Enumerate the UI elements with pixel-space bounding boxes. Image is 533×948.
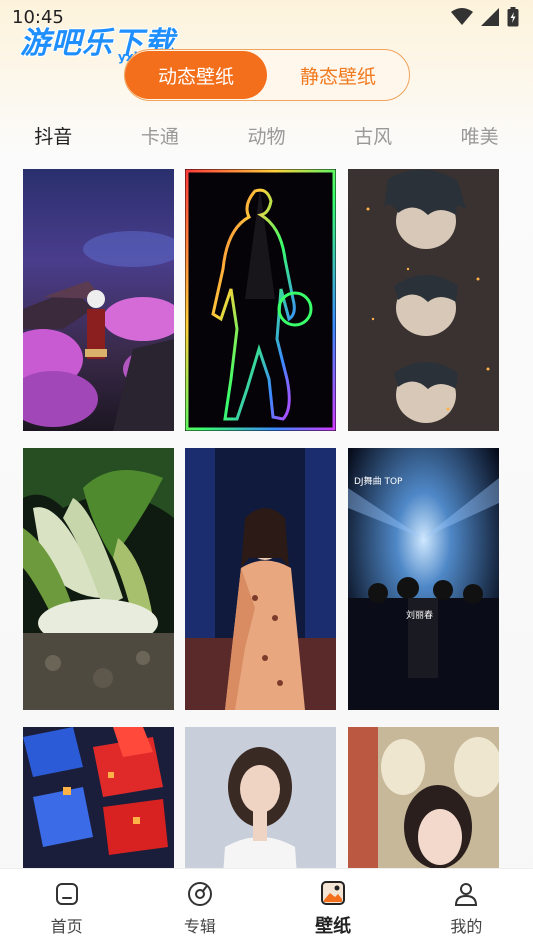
wifi-icon [451,8,473,25]
user-icon [455,882,478,906]
wallpaper-thumbnail [185,448,336,710]
wallpaper-text-title: DJ舞曲 TOP [354,476,403,487]
nav-item-album[interactable]: 专辑 [133,869,266,948]
signal-icon [481,8,499,26]
wallpaper-mode-toggle: 动态壁纸 静态壁纸 [124,49,410,101]
tab-aesthetic[interactable]: 唯美 [426,122,533,149]
tab-animal[interactable]: 动物 [213,122,320,149]
tab-cartoon[interactable]: 卡通 [107,122,214,149]
nav-label-album: 专辑 [183,916,216,936]
bottom-navigation: 首页 专辑 壁纸 我的 [0,868,533,948]
nav-item-wallpaper[interactable]: 壁纸 [267,869,400,948]
wallpaper-card-bok-choy-vegetable[interactable] [23,448,174,710]
nav-item-profile[interactable]: 我的 [400,869,533,948]
wallpaper-thumbnail [348,727,499,869]
wallpaper-card-woman-qipao-stage[interactable] [185,448,336,710]
wallpaper-thumbnail [23,169,174,431]
wallpaper-card-woman-white-dress[interactable] [185,727,336,869]
disc-icon [187,881,212,906]
status-icons [451,7,519,27]
wallpaper-card-neon-basketball-player[interactable] [185,169,336,431]
wallpaper-thumbnail [23,727,174,869]
category-tabs: 抖音 卡通 动物 古风 唯美 [0,112,533,158]
tab-douyin[interactable]: 抖音 [0,122,107,149]
wallpaper-thumbnail: DJ舞曲 TOP 刘丽春 [348,448,499,710]
wallpaper-thumbnail [185,727,336,869]
wallpaper-card-anime-boy-repeated[interactable] [348,169,499,431]
home-icon [55,882,78,905]
tab-ancient[interactable]: 古风 [320,122,427,149]
wallpaper-thumbnail [348,169,499,431]
wallpaper-grid: DJ舞曲 TOP 刘丽春 [23,169,499,869]
image-icon [321,880,346,905]
nav-label-wallpaper: 壁纸 [315,915,352,937]
wallpaper-card-red-blue-cubes[interactable] [23,727,174,869]
wallpaper-card-woman-hanfu-lanterns[interactable] [348,727,499,869]
wallpaper-card-nightclub-dj[interactable]: DJ舞曲 TOP 刘丽春 [348,448,499,710]
wallpaper-thumbnail [23,448,174,710]
nav-label-profile: 我的 [450,916,483,936]
wallpaper-card-anime-sakura-warrior[interactable] [23,169,174,431]
nav-item-home[interactable]: 首页 [0,869,133,948]
toggle-static-wallpaper[interactable]: 静态壁纸 [267,51,409,99]
battery-icon [507,7,519,27]
toggle-dynamic-wallpaper[interactable]: 动态壁纸 [125,51,267,99]
nav-label-home: 首页 [50,916,83,936]
wallpaper-thumbnail [185,169,336,431]
wallpaper-text-caption: 刘丽春 [406,609,433,621]
